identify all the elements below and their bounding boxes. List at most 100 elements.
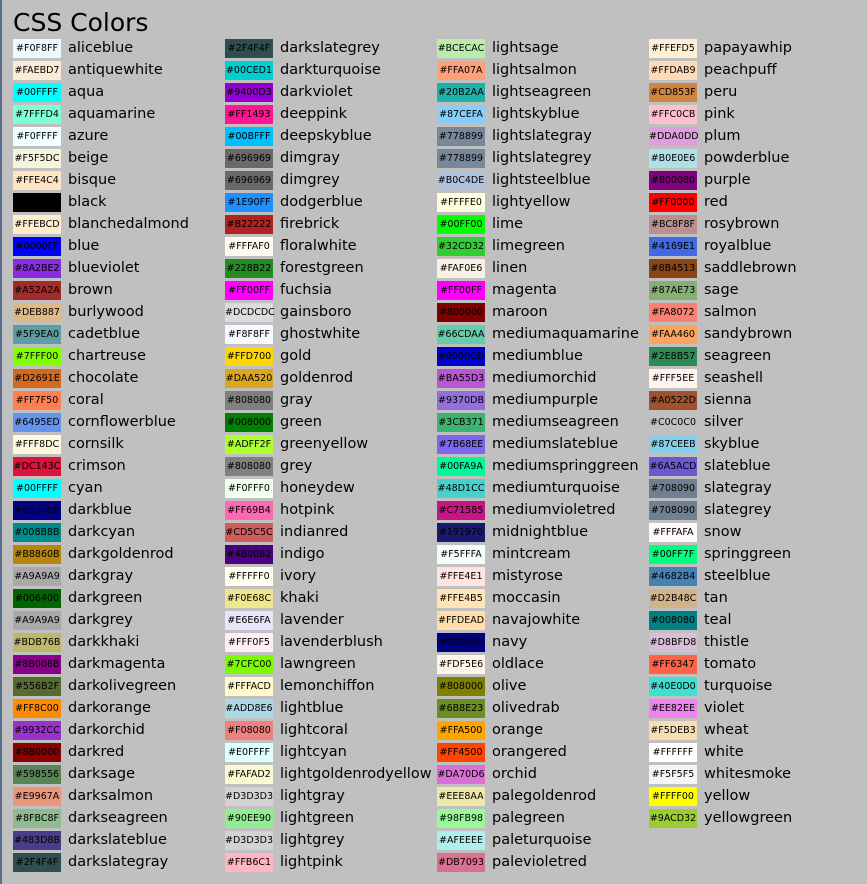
color-row-darksage: #598556 darksage [13,764,225,786]
color-name: lightgray [280,788,345,804]
color-row-greenyellow: #ADFF2F greenyellow [225,434,437,456]
color-row-skyblue: #87CEEB skyblue [649,434,861,456]
color-name: goldenrod [280,370,354,386]
color-swatch: #FFFFFF [649,743,697,762]
color-row-mediumvioletred: #C71585 mediumvioletred [437,500,649,522]
color-name: darkslategray [68,854,169,870]
color-swatch: #FFFFF0 [225,567,273,586]
color-row-lightgrey: #D3D3D3 lightgrey [225,830,437,852]
color-swatch: #A9A9A9 [13,567,61,586]
color-swatch: #90EE90 [225,809,273,828]
color-row-cornflowerblue: #6495ED cornflowerblue [13,412,225,434]
color-row-darkcyan: #008B8B darkcyan [13,522,225,544]
color-swatch: #A0522D [649,391,697,410]
color-swatch: #228B22 [225,259,273,278]
color-name: deeppink [280,106,348,122]
color-name: lightslategrey [492,150,592,166]
color-row-deepskyblue: #00BFFF deepskyblue [225,126,437,148]
color-row-peachpuff: #FFDAB9 peachpuff [649,60,861,82]
color-swatch: #C0C0C0 [649,413,697,432]
color-name: purple [704,172,751,188]
color-row-mediumblue: #0000CD mediumblue [437,346,649,368]
color-row-lightslategrey: #778899 lightslategrey [437,148,649,170]
color-row-salmon: #FA8072 salmon [649,302,861,324]
color-swatch: #BCECAC [437,39,485,58]
color-name: white [704,744,744,760]
color-name: beige [68,150,109,166]
color-swatch: #2F4F4F [13,853,61,872]
color-row-rosybrown: #BC8F8F rosybrown [649,214,861,236]
color-name: ivory [280,568,317,584]
color-row-lawngreen: #7CFC00 lawngreen [225,654,437,676]
color-swatch: #FFDAB9 [649,61,697,80]
color-name: sandybrown [704,326,793,342]
color-row-navy: #000080 navy [437,632,649,654]
color-name: palegreen [492,810,565,826]
color-swatch: #20B2AA [437,83,485,102]
color-swatch: #696969 [225,171,273,190]
color-name: darkkhaki [68,634,140,650]
color-name: azure [68,128,109,144]
color-row-darkgrey: #A9A9A9 darkgrey [13,610,225,632]
color-row-springgreen: #00FF7F springgreen [649,544,861,566]
color-row-darkorange: #FF8C00 darkorange [13,698,225,720]
color-swatch: #6495ED [13,413,61,432]
color-row-mediumseagreen: #3CB371 mediumseagreen [437,412,649,434]
color-name: honeydew [280,480,355,496]
color-row-pink: #FFC0CB pink [649,104,861,126]
color-swatch: #00FA9A [437,457,485,476]
color-name: dimgray [280,150,340,166]
color-swatch: #FFEFD5 [649,39,697,58]
color-swatch: #5F9EA0 [13,325,61,344]
color-swatch: #808080 [225,457,273,476]
color-name: lightseagreen [492,84,592,100]
color-name: olivedrab [492,700,560,716]
color-row-darkslateblue: #483D8B darkslateblue [13,830,225,852]
color-swatch: #D3D3D3 [225,831,273,850]
color-name: burlywood [68,304,144,320]
color-swatch: #9932CC [13,721,61,740]
color-name: plum [704,128,741,144]
color-row-seashell: #FFF5EE seashell [649,368,861,390]
color-swatch: #483D8B [13,831,61,850]
color-row-silver: #C0C0C0 silver [649,412,861,434]
color-name: chocolate [68,370,139,386]
color-swatch: #DC143C [13,457,61,476]
color-name: coral [68,392,104,408]
color-row-orangered: #FF4500 orangered [437,742,649,764]
color-row-yellow: #FFFF00 yellow [649,786,861,808]
color-swatch: #7FFF00 [13,347,61,366]
color-row-seagreen: #2E8B57 seagreen [649,346,861,368]
color-name: silver [704,414,744,430]
color-row-gold: #FFD700 gold [225,346,437,368]
color-swatch: #00FF7F [649,545,697,564]
color-row-mediumturquoise: #48D1CC mediumturquoise [437,478,649,500]
color-swatch: #CD853F [649,83,697,102]
color-swatch: #FF0000 [649,193,697,212]
color-row-blue: #0000FF blue [13,236,225,258]
color-swatch: #2F4F4F [225,39,273,58]
color-row-indigo: #4B0082 indigo [225,544,437,566]
color-name: lavenderblush [280,634,383,650]
color-name: tan [704,590,728,606]
color-row-aqua: #00FFFF aqua [13,82,225,104]
color-swatch: #778899 [437,149,485,168]
color-name: slateblue [704,458,771,474]
color-swatch: #87CEFA [437,105,485,124]
color-swatch: #A52A2A [13,281,61,300]
color-swatch: #808080 [225,391,273,410]
color-swatch: #00FFFF [13,479,61,498]
color-row-azure: #F0FFFF azure [13,126,225,148]
color-row-lavenderblush: #FFF0F5 lavenderblush [225,632,437,654]
color-row-yellowgreen: #9ACD32 yellowgreen [649,808,861,830]
color-name: linen [492,260,528,276]
color-name: lightcoral [280,722,348,738]
color-name: yellowgreen [704,810,793,826]
color-swatch: #FA8072 [649,303,697,322]
color-swatch: #F0FFFF [13,127,61,146]
color-row-brown: #A52A2A brown [13,280,225,302]
color-name: floralwhite [280,238,357,254]
color-name: mediumturquoise [492,480,620,496]
color-row-red: #FF0000 red [649,192,861,214]
color-swatch: #98FB98 [437,809,485,828]
